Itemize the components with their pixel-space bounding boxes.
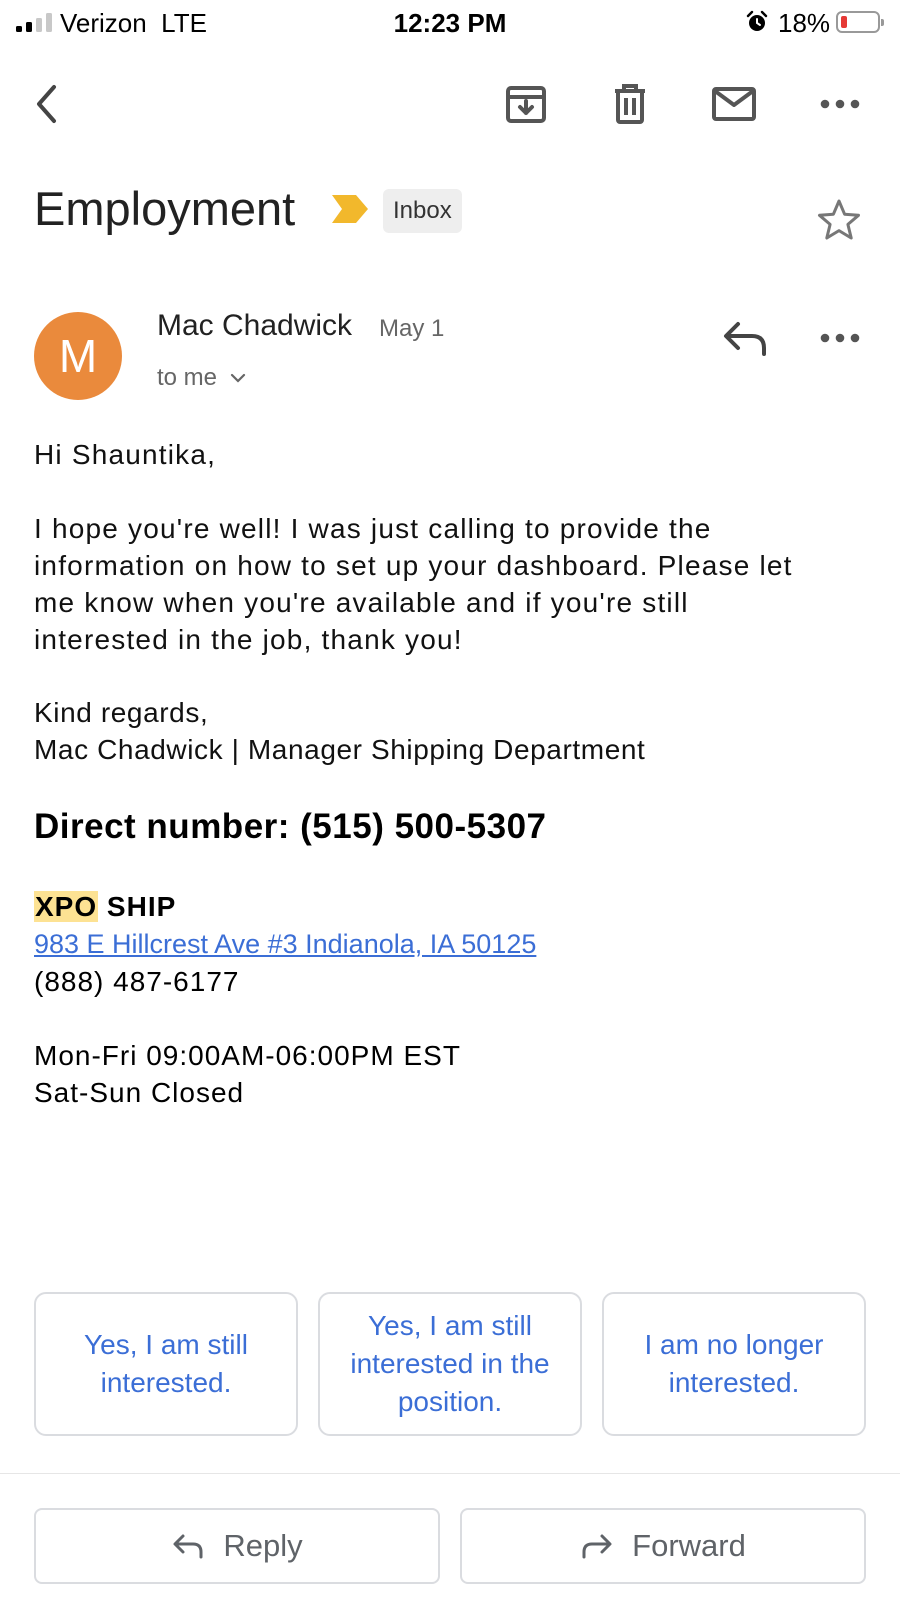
company-name-rest: SHIP bbox=[98, 891, 177, 922]
trash-icon[interactable] bbox=[604, 78, 656, 130]
recipient-details-toggle[interactable]: to me bbox=[157, 361, 247, 395]
chevron-down-icon bbox=[230, 373, 246, 383]
address-link[interactable]: 983 E Hillcrest Ave #3 Indianola, IA 501… bbox=[34, 925, 536, 963]
email-signature: Mac Chadwick | Manager Shipping Departme… bbox=[34, 734, 646, 765]
company-phone[interactable]: (888) 487-6177 bbox=[34, 963, 239, 1001]
forward-button-label: Forward bbox=[632, 1528, 746, 1563]
company-name: XPO SHIP bbox=[34, 888, 176, 926]
smart-reply-button[interactable]: Yes, I am still interested. bbox=[34, 1292, 298, 1436]
recipient-label: to me bbox=[157, 364, 218, 391]
mail-icon[interactable] bbox=[708, 78, 760, 130]
email-paragraph-line: me know when you're available and if you… bbox=[34, 587, 689, 618]
reply-arrow-icon bbox=[173, 1534, 203, 1559]
smart-reply-button[interactable]: I am no longer interested. bbox=[602, 1292, 866, 1436]
battery-percentage: 18% bbox=[778, 8, 831, 38]
reply-button-label: Reply bbox=[223, 1528, 303, 1563]
email-greeting: Hi Shauntika, bbox=[34, 439, 217, 470]
alarm-icon bbox=[746, 10, 768, 31]
smart-reply-button[interactable]: Yes, I am still interested in the positi… bbox=[318, 1292, 582, 1436]
direct-number: Direct number: (515) 500-5307 bbox=[34, 807, 547, 846]
weekday-hours: Mon-Fri 09:00AM-06:00PM EST bbox=[34, 1040, 461, 1071]
email-paragraph-line: I hope you're well! I was just calling t… bbox=[34, 513, 712, 544]
inbox-label-chip[interactable]: Inbox bbox=[383, 189, 462, 233]
divider bbox=[0, 1473, 900, 1474]
forward-arrow-icon bbox=[582, 1534, 612, 1559]
forward-button[interactable]: Forward bbox=[460, 1508, 866, 1584]
message-more-icon[interactable] bbox=[818, 316, 862, 360]
reply-icon[interactable] bbox=[720, 316, 772, 360]
back-arrow-icon[interactable] bbox=[22, 78, 74, 130]
email-paragraph-line: interested in the job, thank you! bbox=[34, 624, 463, 655]
archive-icon[interactable] bbox=[500, 78, 552, 130]
email-closing: Kind regards, bbox=[34, 697, 209, 728]
more-horizontal-icon[interactable] bbox=[814, 78, 866, 130]
weekend-hours: Sat-Sun Closed bbox=[34, 1077, 245, 1108]
email-date: May 1 bbox=[379, 315, 445, 342]
battery-icon bbox=[836, 11, 884, 33]
email-subject: Employment bbox=[34, 182, 296, 235]
avatar[interactable]: M bbox=[34, 312, 122, 400]
reply-button[interactable]: Reply bbox=[34, 1508, 440, 1584]
star-icon[interactable] bbox=[815, 196, 863, 244]
company-highlight: XPO bbox=[34, 891, 99, 922]
sender-name: Mac Chadwick bbox=[157, 309, 353, 342]
status-bar: Verizon LTE 12:23 PM 18% bbox=[0, 0, 900, 46]
importance-marker-icon bbox=[332, 195, 368, 223]
email-paragraph-line: information on how to set up your dashbo… bbox=[34, 550, 793, 581]
